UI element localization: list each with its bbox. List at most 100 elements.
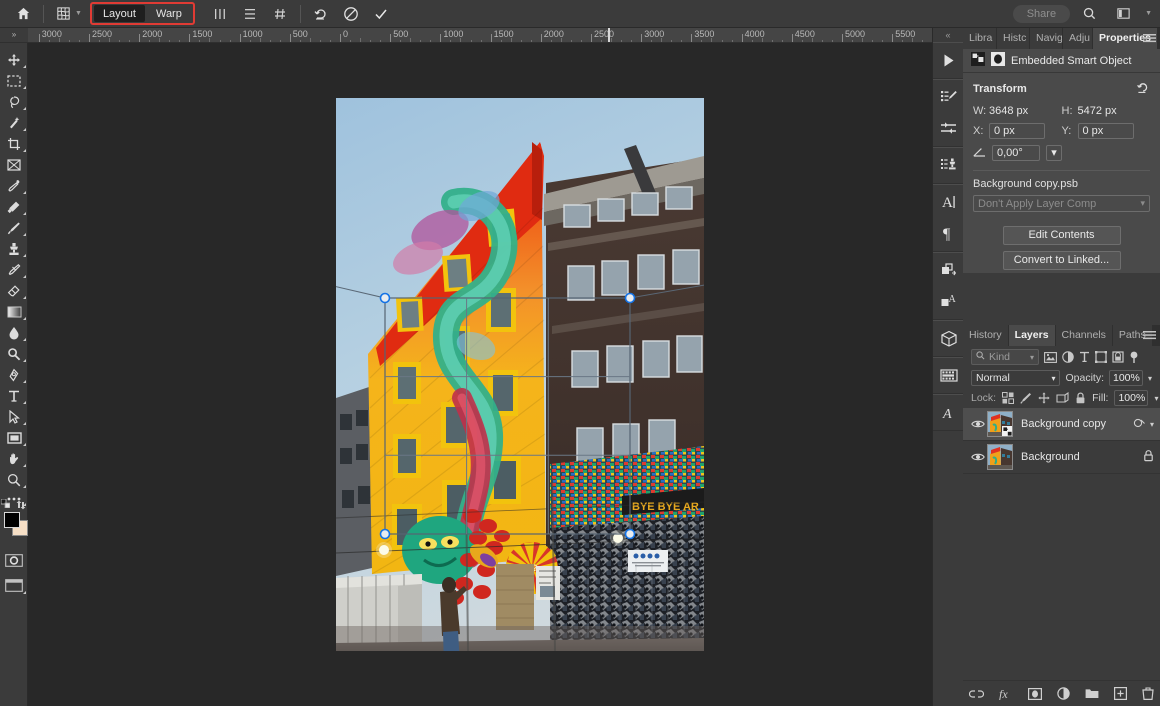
clone-stamp-tool[interactable] (0, 238, 28, 259)
move-tool[interactable] (0, 49, 28, 70)
tool-preset-chevron-down-icon[interactable]: ▼ (75, 10, 82, 17)
properties-panel-menu-icon[interactable] (1143, 33, 1156, 46)
opacity-chevron-down-icon[interactable]: ▾ (1148, 374, 1152, 383)
opacity-input[interactable]: 100% (1108, 370, 1143, 386)
angle-input[interactable]: 0,00° (992, 145, 1040, 161)
frame-tool[interactable] (0, 154, 28, 175)
x-input[interactable]: 0 px (989, 123, 1045, 139)
reset-transform-icon[interactable] (1136, 81, 1150, 97)
lock-icon[interactable] (1143, 449, 1154, 465)
y-input[interactable]: 0 px (1077, 123, 1134, 139)
eye-icon[interactable] (969, 452, 987, 462)
object-selection-tool[interactable] (0, 112, 28, 133)
dodge-tool[interactable] (0, 343, 28, 364)
brush-tool[interactable] (0, 217, 28, 238)
brush-settings-panel-icon[interactable] (933, 82, 964, 113)
filter-pixel-icon[interactable] (1044, 351, 1057, 363)
lock-artboard-nesting-icon[interactable] (1056, 392, 1069, 404)
filter-type-icon[interactable] (1079, 351, 1090, 363)
tab-navigator[interactable]: Naviɡ (1030, 28, 1062, 49)
angle-chevron-down-icon[interactable]: ▾ (1046, 145, 1062, 161)
share-button[interactable]: Share (1012, 4, 1071, 23)
table-row[interactable]: Background (963, 441, 1160, 474)
3d-panel-icon[interactable] (933, 323, 964, 354)
lock-position-icon[interactable] (1038, 392, 1050, 404)
new-group-icon[interactable] (1085, 688, 1099, 699)
cancel-circle-icon[interactable] (336, 0, 366, 28)
timeline-panel-icon[interactable] (933, 360, 964, 391)
fill-input[interactable]: 100% (1114, 390, 1149, 406)
pen-tool[interactable] (0, 364, 28, 385)
gradient-tool[interactable] (0, 301, 28, 322)
horizontal-type-tool[interactable] (0, 385, 28, 406)
link-layers-icon[interactable] (969, 689, 984, 699)
eyedropper-tool[interactable] (0, 175, 28, 196)
layer-thumbnail[interactable] (987, 444, 1013, 470)
layer-filter-kind-select[interactable]: Kind ▾ (971, 349, 1039, 365)
blend-mode-select[interactable]: Normal ▾ (971, 370, 1061, 386)
lock-image-pixels-icon[interactable] (1020, 392, 1032, 404)
new-adjustment-layer-icon[interactable] (1057, 687, 1070, 700)
filter-toggle-icon[interactable] (1129, 351, 1139, 364)
filter-adjustment-icon[interactable] (1062, 351, 1074, 363)
layer-chevron-down-icon[interactable]: ▾ (1150, 420, 1154, 429)
default-colors-icon[interactable] (0, 498, 11, 511)
layers-panel-menu-icon[interactable] (1143, 330, 1156, 343)
quick-mask-icon[interactable] (0, 550, 28, 571)
rectangle-tool[interactable] (0, 427, 28, 448)
search-icon[interactable] (1074, 0, 1104, 28)
split-horizontal-icon[interactable] (235, 0, 265, 28)
lock-all-icon[interactable] (1075, 392, 1086, 404)
new-layer-icon[interactable] (1114, 687, 1127, 700)
split-vertical-icon[interactable] (205, 0, 235, 28)
fill-chevron-down-icon[interactable]: ▾ (1154, 394, 1158, 403)
tab-layers[interactable]: Layers (1008, 325, 1055, 346)
lock-transparent-pixels-icon[interactable] (1002, 392, 1015, 404)
tab-histogram[interactable]: Histc (997, 28, 1029, 49)
color-swatches[interactable] (0, 498, 28, 544)
clone-source-panel-icon[interactable] (933, 150, 964, 181)
warp-button[interactable]: Warp (147, 5, 191, 22)
add-layer-mask-icon[interactable] (1028, 687, 1042, 700)
home-icon[interactable] (8, 0, 38, 28)
path-selection-tool[interactable] (0, 406, 28, 427)
blur-tool[interactable] (0, 322, 28, 343)
rectangular-marquee-tool[interactable] (0, 70, 28, 91)
crop-tool[interactable] (0, 133, 28, 154)
convert-to-linked-button[interactable]: Convert to Linked... (1002, 251, 1121, 270)
glyphs-panel-icon[interactable]: A (933, 397, 964, 428)
reset-arrow-icon[interactable] (306, 0, 336, 28)
filter-shape-icon[interactable] (1095, 351, 1107, 363)
checkmark-icon[interactable] (366, 0, 396, 28)
document-image[interactable]: BYE BYE AR (336, 98, 704, 651)
canvas-area[interactable]: BYE BYE AR (15, 43, 932, 706)
history-brush-tool[interactable] (0, 259, 28, 280)
layout-button[interactable]: Layout (93, 5, 145, 22)
eye-icon[interactable] (969, 419, 987, 429)
screen-mode-icon[interactable] (0, 575, 28, 596)
warp-transform-tool-button[interactable]: ▼ (49, 5, 82, 22)
eraser-tool[interactable] (0, 280, 28, 301)
grid-icon[interactable] (265, 0, 295, 28)
brushes-panel-icon[interactable] (933, 113, 964, 144)
smart-object-badge-icon[interactable] (1133, 417, 1146, 432)
tab-libraries[interactable]: Libra (963, 28, 996, 49)
paragraph-panel-icon[interactable]: ¶ (933, 218, 964, 249)
foreground-color-swatch[interactable] (4, 512, 20, 528)
filter-smart-object-icon[interactable] (1112, 351, 1124, 363)
delete-layer-icon[interactable] (1142, 687, 1154, 700)
layer-comp-select[interactable]: Don't Apply Layer Comp ▾ (973, 195, 1150, 212)
character-panel-icon[interactable]: A (933, 187, 964, 218)
zoom-tool[interactable] (0, 469, 28, 490)
layer-style-fx-icon[interactable]: fx (999, 687, 1013, 700)
tab-adjustments[interactable]: Adju (1063, 28, 1092, 49)
layer-comps-panel-icon[interactable] (933, 255, 964, 286)
actions-panel-icon[interactable] (933, 45, 964, 76)
ruler-corner[interactable]: » (0, 28, 28, 43)
edit-contents-button[interactable]: Edit Contents (1002, 226, 1121, 245)
tab-channels[interactable]: Channels (1055, 325, 1112, 346)
lasso-tool[interactable] (0, 91, 28, 112)
workspace-panel-icon[interactable] (1108, 0, 1138, 28)
layer-thumbnail[interactable] (987, 411, 1013, 437)
spot-healing-brush-tool[interactable] (0, 196, 28, 217)
